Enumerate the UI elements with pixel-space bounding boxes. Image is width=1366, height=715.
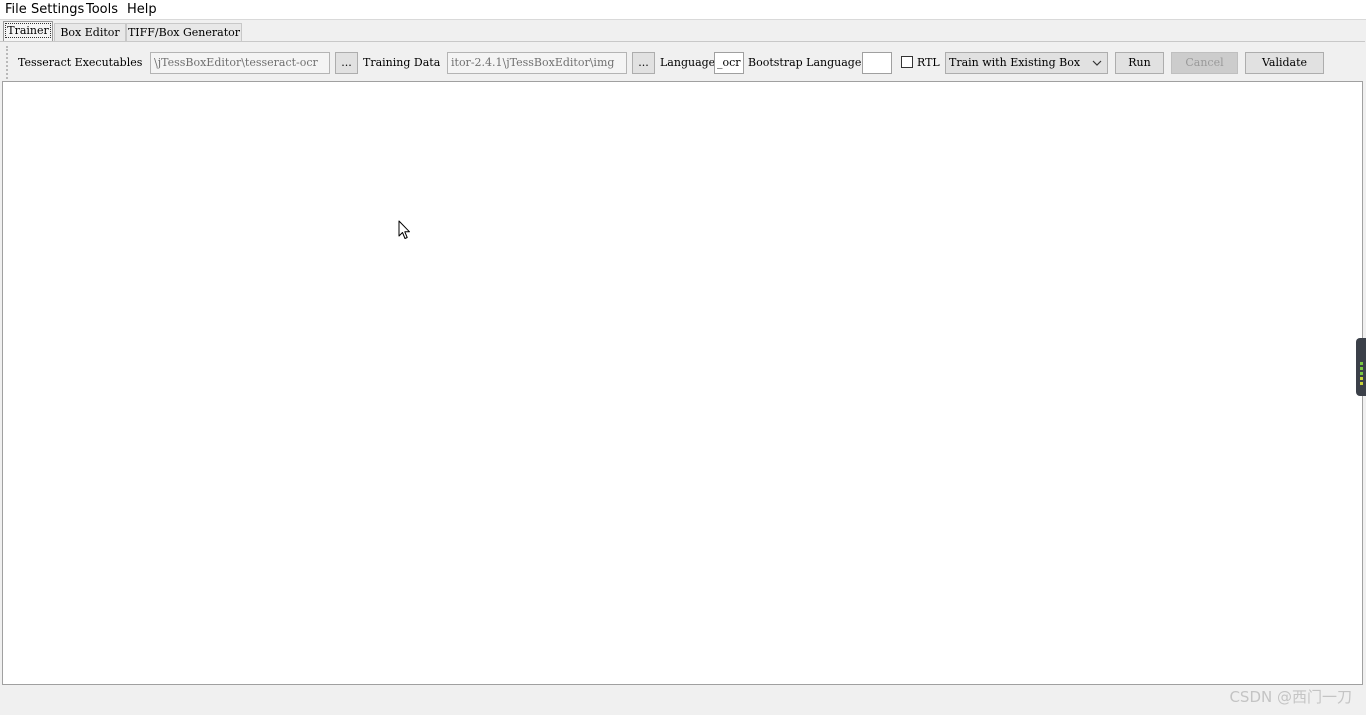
training-mode-value: Train with Existing Box bbox=[949, 56, 1081, 69]
tab-strip: Trainer Box Editor TIFF/Box Generator bbox=[0, 20, 1366, 42]
training-data-label: Training Data bbox=[363, 56, 441, 69]
training-data-field[interactable]: itor-2.4.1\jTessBoxEditor\img bbox=[447, 52, 627, 74]
menu-settings[interactable]: Settings bbox=[29, 1, 86, 18]
watermark-text: CSDN @西门一刀 bbox=[1229, 688, 1352, 706]
validate-button[interactable]: Validate bbox=[1245, 52, 1324, 74]
tab-tiff-box-generator[interactable]: TIFF/Box Generator bbox=[126, 23, 242, 41]
rtl-checkbox[interactable] bbox=[901, 56, 913, 68]
browse-executables-button[interactable]: ... bbox=[335, 52, 358, 74]
bootstrap-language-field[interactable] bbox=[862, 52, 892, 74]
menu-tools[interactable]: Tools bbox=[84, 1, 120, 18]
tab-tiff-box-generator-label: TIFF/Box Generator bbox=[127, 26, 241, 39]
output-text-area[interactable] bbox=[2, 81, 1363, 685]
tesseract-executables-field[interactable]: \jTessBoxEditor\tesseract-ocr bbox=[150, 52, 330, 74]
tab-box-editor[interactable]: Box Editor bbox=[54, 23, 126, 41]
bootstrap-language-label: Bootstrap Language bbox=[748, 56, 862, 69]
rtl-label: RTL bbox=[917, 56, 940, 69]
language-field[interactable]: _ocr bbox=[714, 52, 744, 74]
run-button[interactable]: Run bbox=[1115, 52, 1164, 74]
status-bar bbox=[0, 686, 1366, 715]
tab-trainer[interactable]: Trainer bbox=[3, 21, 53, 41]
menu-file[interactable]: File bbox=[3, 1, 29, 18]
browse-training-data-button[interactable]: ... bbox=[632, 52, 655, 74]
chevron-down-icon bbox=[1092, 60, 1102, 66]
menu-help[interactable]: Help bbox=[125, 1, 159, 18]
tab-trainer-label: Trainer bbox=[5, 23, 51, 38]
training-mode-select[interactable]: Train with Existing Box bbox=[945, 52, 1108, 74]
side-meter-widget[interactable] bbox=[1356, 338, 1366, 396]
tab-box-editor-label: Box Editor bbox=[60, 26, 120, 39]
menu-bar: File Settings Tools Help bbox=[0, 0, 1366, 20]
cancel-button[interactable]: Cancel bbox=[1171, 52, 1238, 74]
language-label: Language bbox=[660, 56, 716, 69]
mouse-cursor-icon bbox=[398, 220, 410, 239]
tesseract-executables-label: Tesseract Executables bbox=[18, 56, 143, 69]
